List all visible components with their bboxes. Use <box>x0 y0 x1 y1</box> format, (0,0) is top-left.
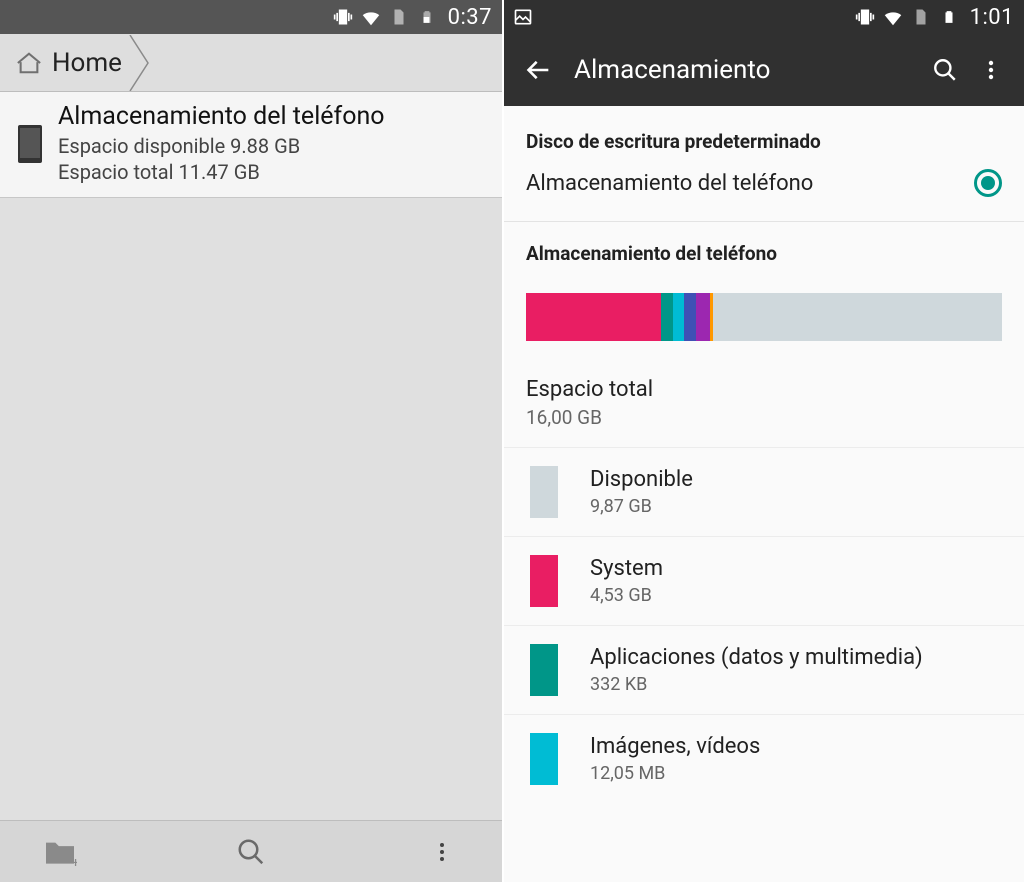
usage-segment <box>710 293 713 341</box>
total-space-row: Espacio total 16,00 GB <box>504 349 1024 447</box>
total-space-label: Espacio total <box>526 377 1002 402</box>
new-folder-button[interactable]: + <box>40 832 80 872</box>
usage-segment <box>526 293 661 341</box>
usage-segment <box>673 293 685 341</box>
category-label: Imágenes, vídeos <box>590 734 760 760</box>
svg-text:+: + <box>72 855 77 866</box>
phone-icon <box>10 119 50 169</box>
status-bar: 0:37 <box>0 0 502 34</box>
storage-category-row[interactable]: Imágenes, vídeos 12,05 MB <box>504 714 1024 803</box>
color-swatch <box>530 733 558 785</box>
storage-available: Espacio disponible 9.88 GB <box>58 133 385 159</box>
page-title: Almacenamiento <box>574 55 922 85</box>
usage-segment <box>661 293 673 341</box>
usage-segment <box>684 293 696 341</box>
total-space-value: 16,00 GB <box>526 406 1002 429</box>
status-time: 1:01 <box>970 5 1014 30</box>
storage-title: Almacenamiento del teléfono <box>58 102 385 131</box>
storage-category-row[interactable]: System 4,53 GB <box>504 536 1024 625</box>
storage-usage-bar <box>526 293 1002 341</box>
chevron-right-icon <box>128 35 156 91</box>
default-disk-heading: Disco de escritura predeterminado <box>504 122 1024 165</box>
wifi-icon <box>360 6 382 28</box>
back-button[interactable] <box>514 45 564 95</box>
vibrate-icon <box>854 6 876 28</box>
image-notification-icon <box>512 6 534 28</box>
category-value: 9,87 GB <box>590 496 693 517</box>
category-text: Aplicaciones (datos y multimedia) 332 KB <box>590 645 923 694</box>
storage-category-row[interactable]: Disponible 9,87 GB <box>504 447 1024 536</box>
search-button[interactable] <box>922 47 968 93</box>
color-swatch <box>530 466 558 518</box>
overflow-menu-button[interactable] <box>422 832 462 872</box>
battery-icon <box>416 6 438 28</box>
battery-icon <box>938 6 960 28</box>
category-label: Disponible <box>590 467 693 493</box>
storage-total: Espacio total 11.47 GB <box>58 159 385 185</box>
storage-settings-screen: 1:01 Almacenamiento Disco de escritura p… <box>504 0 1024 882</box>
overflow-menu-button[interactable] <box>968 47 1014 93</box>
category-list: Disponible 9,87 GB System 4,53 GB Aplicacion… <box>504 447 1024 803</box>
category-value: 332 KB <box>590 674 923 695</box>
search-button[interactable] <box>231 832 271 872</box>
usage-segment <box>696 293 709 341</box>
category-value: 12,05 MB <box>590 763 760 784</box>
status-bar: 1:01 <box>504 0 1024 34</box>
radio-selected-icon <box>974 169 1002 197</box>
storage-content: Disco de escritura predeterminado Almace… <box>504 106 1024 882</box>
empty-area <box>0 198 502 820</box>
bottom-toolbar: + <box>0 820 502 882</box>
sim-icon <box>910 6 932 28</box>
status-time: 0:37 <box>448 5 492 30</box>
wifi-icon <box>882 6 904 28</box>
storage-section-heading: Almacenamiento del teléfono <box>504 222 1024 277</box>
category-text: Disponible 9,87 GB <box>590 467 693 516</box>
breadcrumb[interactable]: Home <box>0 34 502 92</box>
default-disk-option[interactable]: Almacenamiento del teléfono <box>504 165 1024 209</box>
breadcrumb-home-label: Home <box>52 48 122 78</box>
category-text: System 4,53 GB <box>590 556 663 605</box>
phone-storage-text: Almacenamiento del teléfono Espacio disp… <box>58 102 385 185</box>
category-label: System <box>590 556 663 582</box>
app-bar: Almacenamiento <box>504 34 1024 106</box>
vibrate-icon <box>332 6 354 28</box>
color-swatch <box>530 555 558 607</box>
sim-icon <box>388 6 410 28</box>
default-disk-label: Almacenamiento del teléfono <box>526 171 974 196</box>
home-icon <box>14 50 44 76</box>
category-value: 4,53 GB <box>590 585 663 606</box>
storage-category-row[interactable]: Aplicaciones (datos y multimedia) 332 KB <box>504 625 1024 714</box>
category-label: Aplicaciones (datos y multimedia) <box>590 645 923 671</box>
category-text: Imágenes, vídeos 12,05 MB <box>590 734 760 783</box>
phone-storage-item[interactable]: Almacenamiento del teléfono Espacio disp… <box>0 92 502 198</box>
color-swatch <box>530 644 558 696</box>
file-manager-screen: 0:37 Home Almacenamiento del teléfono Es… <box>0 0 504 882</box>
